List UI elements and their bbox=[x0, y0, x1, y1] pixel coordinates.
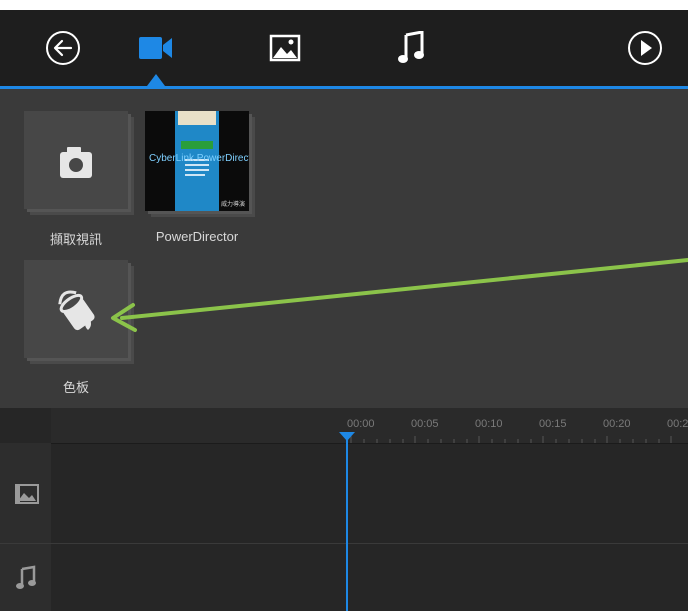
color-board-tile[interactable] bbox=[24, 260, 128, 358]
track-divider bbox=[0, 543, 688, 544]
capture-video-tile[interactable] bbox=[24, 111, 128, 209]
powerdirector-thumbnail[interactable]: CyberLink PowerDirector 威力導演 bbox=[145, 111, 249, 211]
play-button[interactable] bbox=[622, 10, 668, 86]
playhead-handle[interactable] bbox=[339, 432, 355, 441]
tab-music[interactable] bbox=[388, 10, 434, 86]
thumbnail-overlay-text: CyberLink PowerDirector bbox=[149, 153, 249, 164]
video-camera-icon bbox=[139, 37, 172, 59]
powerdirector-label: PowerDirector bbox=[155, 229, 239, 244]
back-arrow-icon bbox=[46, 31, 80, 65]
color-board-label: 色板 bbox=[62, 380, 89, 395]
ruler-tick-label: 00:05 bbox=[411, 418, 439, 430]
back-button[interactable] bbox=[40, 10, 86, 86]
camera-icon bbox=[60, 147, 92, 178]
ruler-tick-label: 00:2 bbox=[667, 418, 688, 430]
video-track-header[interactable] bbox=[14, 481, 40, 511]
thumbnail-corner-text: 威力導演 bbox=[220, 202, 245, 208]
paint-bucket-icon bbox=[58, 290, 95, 331]
top-toolbar bbox=[0, 10, 688, 86]
image-icon bbox=[269, 34, 301, 62]
ruler-tick-label: 00:15 bbox=[539, 418, 567, 430]
ruler-tick-label: 00:20 bbox=[603, 418, 631, 430]
tab-image[interactable] bbox=[262, 10, 308, 86]
video-track-icon bbox=[15, 484, 39, 504]
ruler-tick-label: 00:10 bbox=[475, 418, 503, 430]
ruler-tick-label: 00:00 bbox=[347, 418, 375, 430]
music-note-icon bbox=[398, 31, 424, 63]
play-icon bbox=[628, 31, 662, 65]
music-track-icon bbox=[16, 565, 36, 589]
music-track-header[interactable] bbox=[15, 565, 37, 595]
playhead[interactable] bbox=[346, 436, 348, 611]
capture-video-label: 擷取視訊 bbox=[49, 232, 102, 247]
active-tab-indicator bbox=[147, 74, 165, 86]
